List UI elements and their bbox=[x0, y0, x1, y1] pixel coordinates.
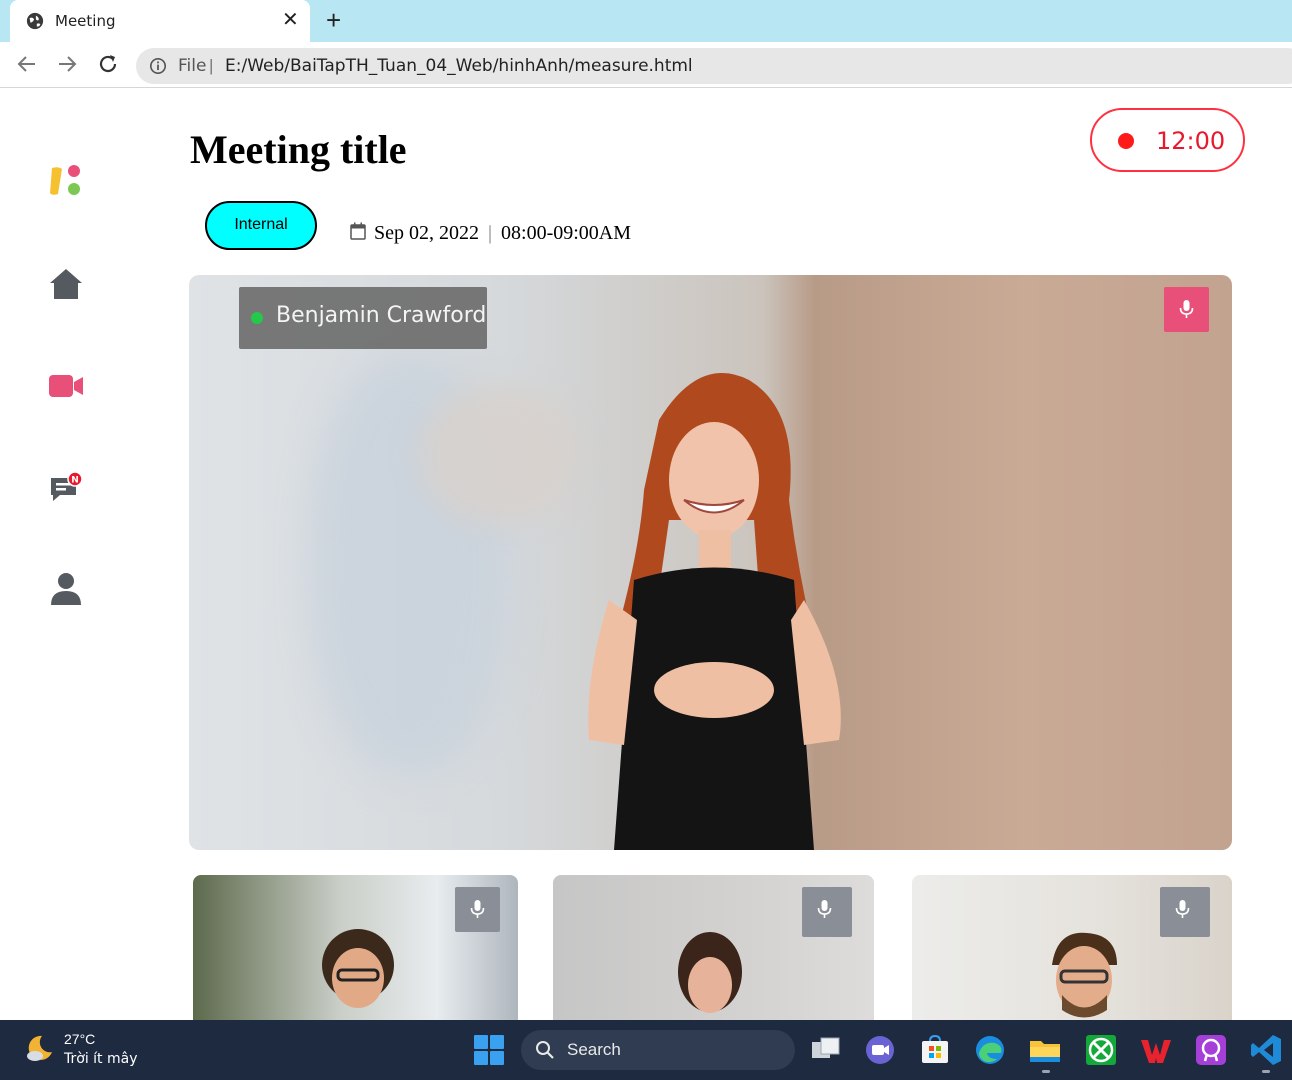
logo-icon[interactable] bbox=[48, 163, 84, 199]
task-view-icon[interactable] bbox=[809, 1033, 843, 1067]
browser-tab[interactable]: Meeting ✕ bbox=[10, 0, 310, 42]
video-camera-icon[interactable] bbox=[48, 368, 84, 404]
chat-badge: N bbox=[71, 476, 79, 486]
forward-arrow-icon[interactable] bbox=[55, 52, 79, 76]
microphone-icon bbox=[1179, 300, 1194, 318]
address-bar[interactable]: File | E:/Web/BaiTapTH_Tuan_04_Web/hinhA… bbox=[136, 48, 1292, 84]
home-icon[interactable] bbox=[48, 266, 84, 302]
globe-icon bbox=[26, 12, 44, 30]
main-mic-button[interactable] bbox=[1164, 287, 1209, 332]
record-dot-icon bbox=[1118, 133, 1134, 149]
participant-video-image bbox=[1052, 932, 1117, 1018]
taskbar-search-box[interactable]: Search bbox=[521, 1030, 795, 1070]
windows-start-icon[interactable] bbox=[473, 1034, 505, 1066]
timer-text: 12:00 bbox=[1156, 127, 1226, 155]
xbox-icon[interactable] bbox=[1084, 1033, 1118, 1067]
browser-tabbar: Meeting ✕ + bbox=[0, 0, 1292, 42]
moon-cloud-icon[interactable] bbox=[24, 1032, 56, 1064]
thumb-3-mic-button[interactable] bbox=[1160, 887, 1210, 937]
new-tab-button[interactable]: + bbox=[326, 6, 341, 34]
date-separator: | bbox=[488, 222, 493, 244]
participant-video-image bbox=[678, 932, 742, 1013]
participant-video-image bbox=[322, 929, 394, 1008]
wps-office-icon[interactable] bbox=[1139, 1033, 1173, 1067]
thumb-2-mic-button[interactable] bbox=[802, 887, 852, 937]
vscode-running-indicator bbox=[1262, 1070, 1270, 1073]
tab-title: Meeting bbox=[55, 12, 116, 30]
windows-taskbar: 27°C Trời ít mây Search bbox=[0, 1020, 1292, 1080]
thumb-1-mic-button[interactable] bbox=[455, 887, 500, 932]
url-separator: | bbox=[209, 56, 214, 75]
info-icon[interactable] bbox=[149, 57, 167, 75]
url-text[interactable]: E:/Web/BaiTapTH_Tuan_04_Web/hinhAnh/meas… bbox=[225, 56, 693, 76]
tab-close-icon[interactable]: ✕ bbox=[282, 9, 299, 31]
back-arrow-icon[interactable] bbox=[15, 52, 39, 76]
user-icon[interactable] bbox=[48, 571, 84, 607]
meeting-title: Meeting title bbox=[190, 127, 407, 172]
browser-toolbar: File | E:/Web/BaiTapTH_Tuan_04_Web/hinhA… bbox=[0, 42, 1292, 88]
participant-name-label: Benjamin Crawford bbox=[239, 287, 487, 349]
search-icon bbox=[536, 1041, 554, 1059]
weather-description: Trời ít mây bbox=[64, 1051, 138, 1067]
search-placeholder: Search bbox=[567, 1040, 621, 1059]
calendar-icon bbox=[350, 222, 366, 240]
weather-temperature: 27°C bbox=[64, 1031, 96, 1047]
meeting-date: Sep 02, 2022 bbox=[374, 222, 479, 244]
microphone-icon bbox=[1175, 900, 1190, 918]
internal-tag-button[interactable]: Internal bbox=[205, 201, 317, 250]
participant-name: Benjamin Crawford bbox=[276, 303, 487, 328]
file-explorer-running-indicator bbox=[1042, 1070, 1050, 1073]
microsoft-store-icon[interactable] bbox=[918, 1033, 952, 1067]
recording-timer[interactable]: 12:00 bbox=[1090, 108, 1245, 172]
microphone-icon bbox=[470, 900, 485, 918]
meeting-time: 08:00-09:00AM bbox=[501, 222, 632, 244]
file-explorer-icon[interactable] bbox=[1028, 1033, 1062, 1067]
teams-chat-icon[interactable] bbox=[863, 1033, 897, 1067]
meeting-datetime: Sep 02, 2022 | 08:00-09:00AM bbox=[374, 222, 631, 245]
reload-icon[interactable] bbox=[96, 52, 120, 76]
edge-browser-icon[interactable] bbox=[973, 1033, 1007, 1067]
chat-icon[interactable]: N bbox=[48, 470, 84, 506]
git-app-icon[interactable] bbox=[1194, 1033, 1228, 1067]
online-status-dot bbox=[251, 312, 263, 324]
microphone-icon bbox=[817, 900, 832, 918]
vscode-icon[interactable] bbox=[1249, 1033, 1283, 1067]
main-video-feed[interactable]: Benjamin Crawford bbox=[189, 275, 1232, 850]
file-label: File bbox=[178, 56, 207, 76]
participant-video-image bbox=[588, 373, 841, 850]
